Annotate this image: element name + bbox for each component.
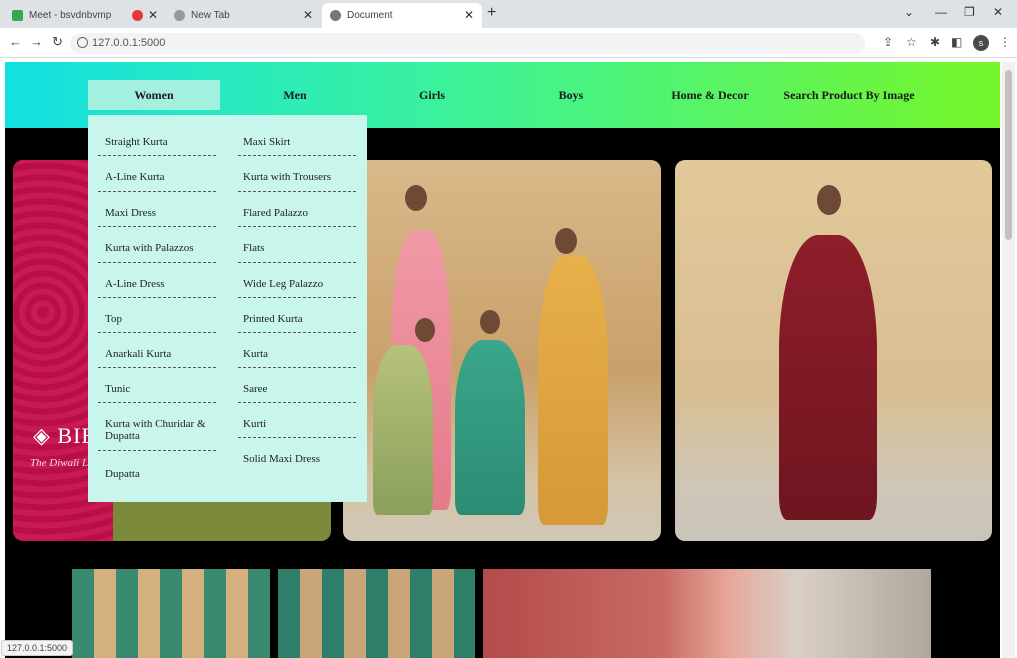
forward-arrow-icon[interactable]: → <box>30 34 43 49</box>
side-panel-icon[interactable]: ◧ <box>951 35 962 49</box>
model-figure <box>538 255 608 525</box>
model-figure <box>779 235 877 520</box>
dropdown-divider <box>238 437 356 438</box>
dropdown-item[interactable]: Kurti <box>243 418 358 430</box>
dropdown-item[interactable]: Flared Palazzo <box>243 207 358 219</box>
tab-title: Document <box>347 10 393 21</box>
dropdown-item[interactable]: Kurta with Palazzos <box>105 242 215 254</box>
share-icon[interactable]: ⇪ <box>883 35 893 49</box>
dropdown-divider <box>98 191 216 192</box>
address-bar: ← → ↻ 127.0.0.1:5000 ⇪ ☆ ✱ ◧ ⋮ <box>0 28 1017 58</box>
restore-icon[interactable]: ❐ <box>964 5 975 19</box>
dropdown-item[interactable]: Kurta with Churidar & Dupatta <box>105 418 215 442</box>
dropdown-item[interactable]: Flats <box>243 242 358 254</box>
globe-icon <box>330 10 341 21</box>
dropdown-divider <box>238 367 356 368</box>
dropdown-item[interactable]: Kurta <box>243 348 358 360</box>
dropdown-divider <box>238 262 356 263</box>
tab-document[interactable]: Document ✕ <box>322 3 482 28</box>
tab-strip: Meet - bsvdnbvmp ✕ New Tab ✕ Document ✕ … <box>0 0 1017 28</box>
model-head <box>480 310 500 334</box>
page-viewport: ◈ BIBA The Diwali L Women Men Girls Boys… <box>5 62 1000 658</box>
tab-unknown[interactable]: ✕ <box>124 3 164 28</box>
dropdown-item[interactable]: Maxi Dress <box>105 207 215 219</box>
info-icon[interactable] <box>77 37 88 48</box>
chevron-down-icon[interactable]: ⌄ <box>904 5 914 19</box>
model-head <box>415 318 435 342</box>
dropdown-item[interactable]: Anarkali Kurta <box>105 348 215 360</box>
close-window-icon[interactable]: ✕ <box>993 5 1003 19</box>
tab-new-tab[interactable]: New Tab ✕ <box>166 3 321 28</box>
bottom-product-card[interactable] <box>483 569 931 658</box>
model-card[interactable] <box>675 160 992 541</box>
url-text: 127.0.0.1:5000 <box>92 37 166 49</box>
banner-tagline: The Diwali L <box>30 457 89 469</box>
model-figure <box>373 345 433 515</box>
dropdown-divider <box>98 332 216 333</box>
extensions-puzzle-icon[interactable]: ✱ <box>930 35 940 49</box>
group-saree-card[interactable] <box>343 160 661 541</box>
reload-icon[interactable]: ↻ <box>52 34 63 50</box>
close-icon[interactable]: ✕ <box>148 8 158 22</box>
site-icon <box>132 10 143 21</box>
nav-search-by-image[interactable]: Search Product By Image <box>783 80 915 110</box>
dropdown-divider <box>238 402 356 403</box>
nav-boys[interactable]: Boys <box>521 80 621 110</box>
dropdown-item[interactable]: A-Line Kurta <box>105 171 215 183</box>
dropdown-divider <box>98 262 216 263</box>
close-icon[interactable]: ✕ <box>303 8 313 22</box>
meet-icon <box>12 10 23 21</box>
dropdown-item[interactable]: Tunic <box>105 383 215 395</box>
nav-men[interactable]: Men <box>245 80 345 110</box>
dropdown-item[interactable]: Kurta with Trousers <box>243 171 358 183</box>
dropdown-divider <box>98 402 216 403</box>
dropdown-divider <box>238 332 356 333</box>
page-scrollbar[interactable] <box>1002 62 1015 658</box>
dropdown-item[interactable]: Maxi Skirt <box>243 136 358 148</box>
dropdown-item[interactable]: Saree <box>243 383 358 395</box>
back-arrow-icon[interactable]: ← <box>9 34 22 49</box>
menu-kebab-icon[interactable]: ⋮ <box>999 35 1011 49</box>
dropdown-item[interactable]: Printed Kurta <box>243 313 358 325</box>
new-tab-plus-icon[interactable]: + <box>487 4 496 22</box>
dropdown-divider <box>98 226 216 227</box>
dropdown-divider <box>98 155 216 156</box>
dropdown-item[interactable]: Dupatta <box>105 468 215 480</box>
scrollbar-thumb[interactable] <box>1005 70 1012 240</box>
dropdown-divider <box>98 367 216 368</box>
dropdown-item[interactable]: Wide Leg Palazzo <box>243 278 358 290</box>
status-bubble: 127.0.0.1:5000 <box>1 640 74 656</box>
tab-title: Meet - bsvdnbvmp <box>29 10 112 21</box>
model-head <box>405 185 427 211</box>
model-head <box>555 228 577 254</box>
bottom-product-card[interactable] <box>72 569 270 658</box>
nav-women[interactable]: Women <box>88 80 220 110</box>
profile-avatar[interactable]: s <box>973 35 989 51</box>
dropdown-divider <box>238 191 356 192</box>
globe-icon <box>174 10 185 21</box>
bottom-product-card[interactable] <box>278 569 475 658</box>
dropdown-item[interactable]: Top <box>105 313 215 325</box>
url-field[interactable]: 127.0.0.1:5000 <box>70 33 865 54</box>
women-dropdown-menu: Straight Kurta A-Line Kurta Maxi Dress K… <box>88 115 367 502</box>
tab-title: New Tab <box>191 10 230 21</box>
model-head <box>817 185 841 215</box>
dropdown-item[interactable]: Straight Kurta <box>105 136 215 148</box>
dropdown-divider <box>238 297 356 298</box>
model-figure <box>455 340 525 515</box>
dropdown-item[interactable]: A-Line Dress <box>105 278 215 290</box>
dropdown-divider <box>98 450 216 451</box>
nav-girls[interactable]: Girls <box>382 80 482 110</box>
close-icon[interactable]: ✕ <box>464 8 474 22</box>
minimize-icon[interactable]: — <box>935 5 947 19</box>
nav-home-decor[interactable]: Home & Decor <box>655 80 765 110</box>
dropdown-divider <box>238 155 356 156</box>
dropdown-divider <box>98 297 216 298</box>
bookmark-star-icon[interactable]: ☆ <box>906 35 917 49</box>
dropdown-item[interactable]: Solid Maxi Dress <box>243 453 358 465</box>
dropdown-divider <box>238 226 356 227</box>
